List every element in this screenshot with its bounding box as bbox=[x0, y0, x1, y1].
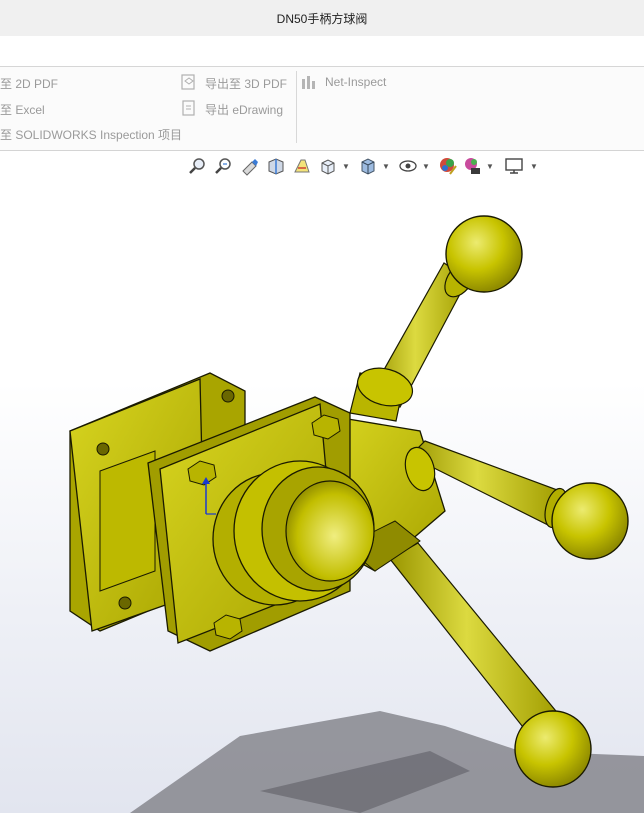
ball-valve-3d-model[interactable] bbox=[0, 151, 644, 813]
net-inspect-button[interactable]: Net-Inspect bbox=[325, 75, 386, 89]
window-title: DN50手柄方球阀 bbox=[276, 12, 368, 26]
export-3d-pdf-icon bbox=[181, 74, 195, 90]
title-bar: DN50手柄方球阀 bbox=[0, 0, 644, 37]
ribbon-separator bbox=[296, 71, 297, 143]
export-edrawing-icon bbox=[182, 100, 195, 116]
export-2d-pdf-button[interactable]: 至 2D PDF bbox=[0, 75, 58, 92]
net-inspect-icon bbox=[302, 76, 315, 89]
export-3d-pdf-button[interactable]: 导出至 3D PDF bbox=[205, 75, 287, 92]
export-edrawing-button[interactable]: 导出 eDrawing bbox=[205, 101, 283, 118]
ribbon-tab-strip bbox=[0, 36, 644, 67]
export-excel-button[interactable]: 至 Excel bbox=[0, 101, 45, 118]
export-inspection-project-button[interactable]: 至 SOLIDWORKS Inspection 项目 bbox=[0, 126, 182, 143]
ribbon-panel: 至 2D PDF 至 Excel 至 SOLIDWORKS Inspection… bbox=[0, 67, 644, 151]
